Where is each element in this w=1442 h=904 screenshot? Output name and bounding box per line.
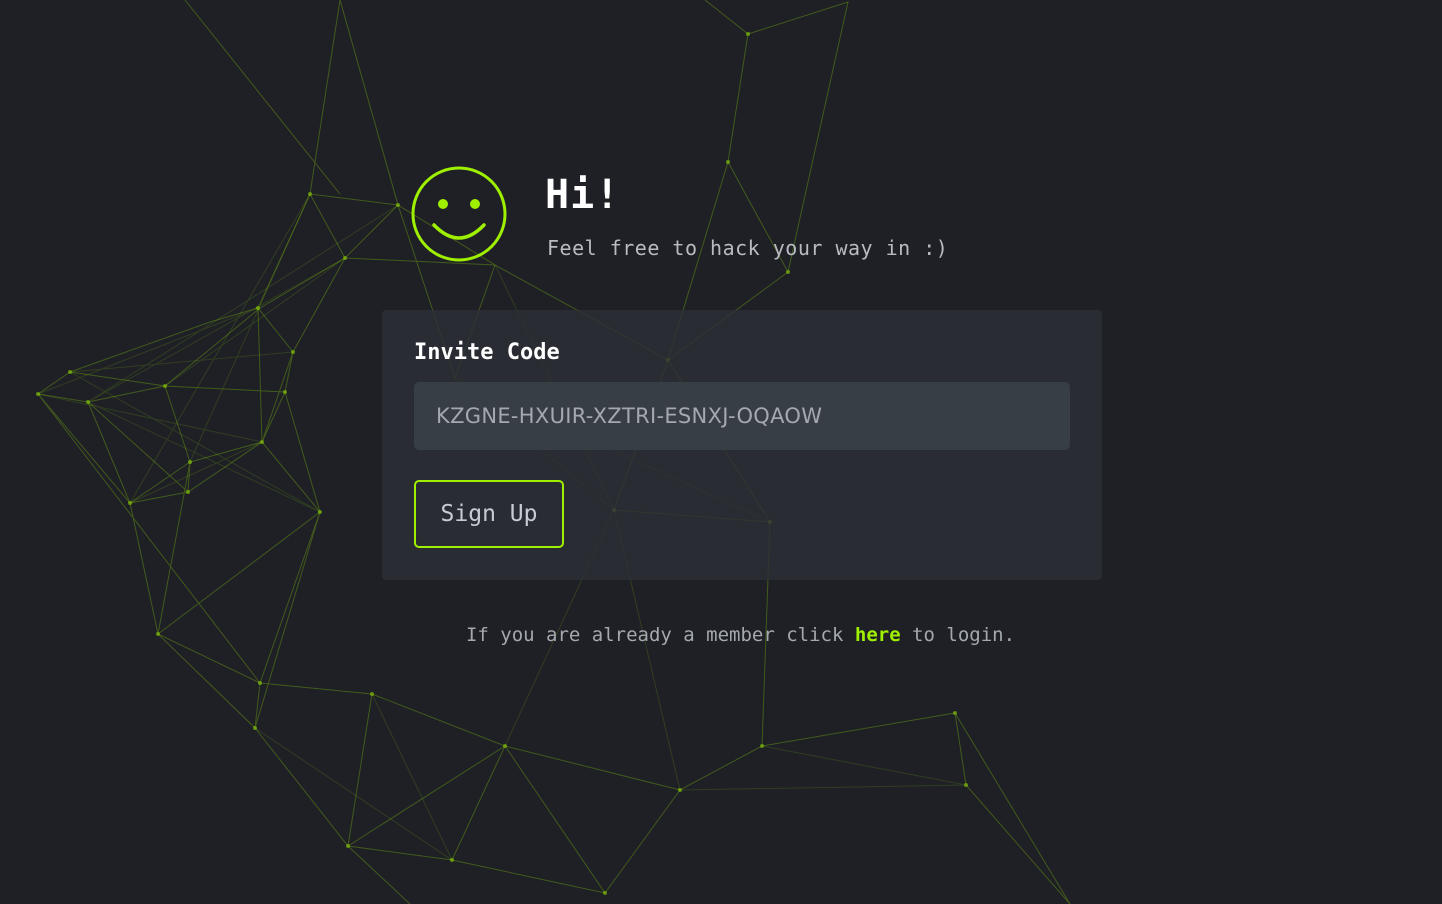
smiley-face-icon [411,166,507,262]
greeting-title: Hi! [545,172,621,218]
signup-page: Hi! Feel free to hack your way in :) Inv… [0,0,1442,904]
sign-up-button[interactable]: Sign Up [414,480,564,548]
greeting-subtitle: Feel free to hack your way in :) [547,236,949,260]
signup-card: Invite Code Sign Up [382,310,1102,580]
invite-code-input[interactable] [414,382,1070,450]
login-prompt-suffix: to login. [900,624,1016,646]
login-prompt-prefix: If you are already a member click [465,624,855,646]
login-link[interactable]: here [855,624,901,646]
login-prompt: If you are already a member click here t… [0,624,1442,646]
invite-code-label: Invite Code [414,340,560,365]
